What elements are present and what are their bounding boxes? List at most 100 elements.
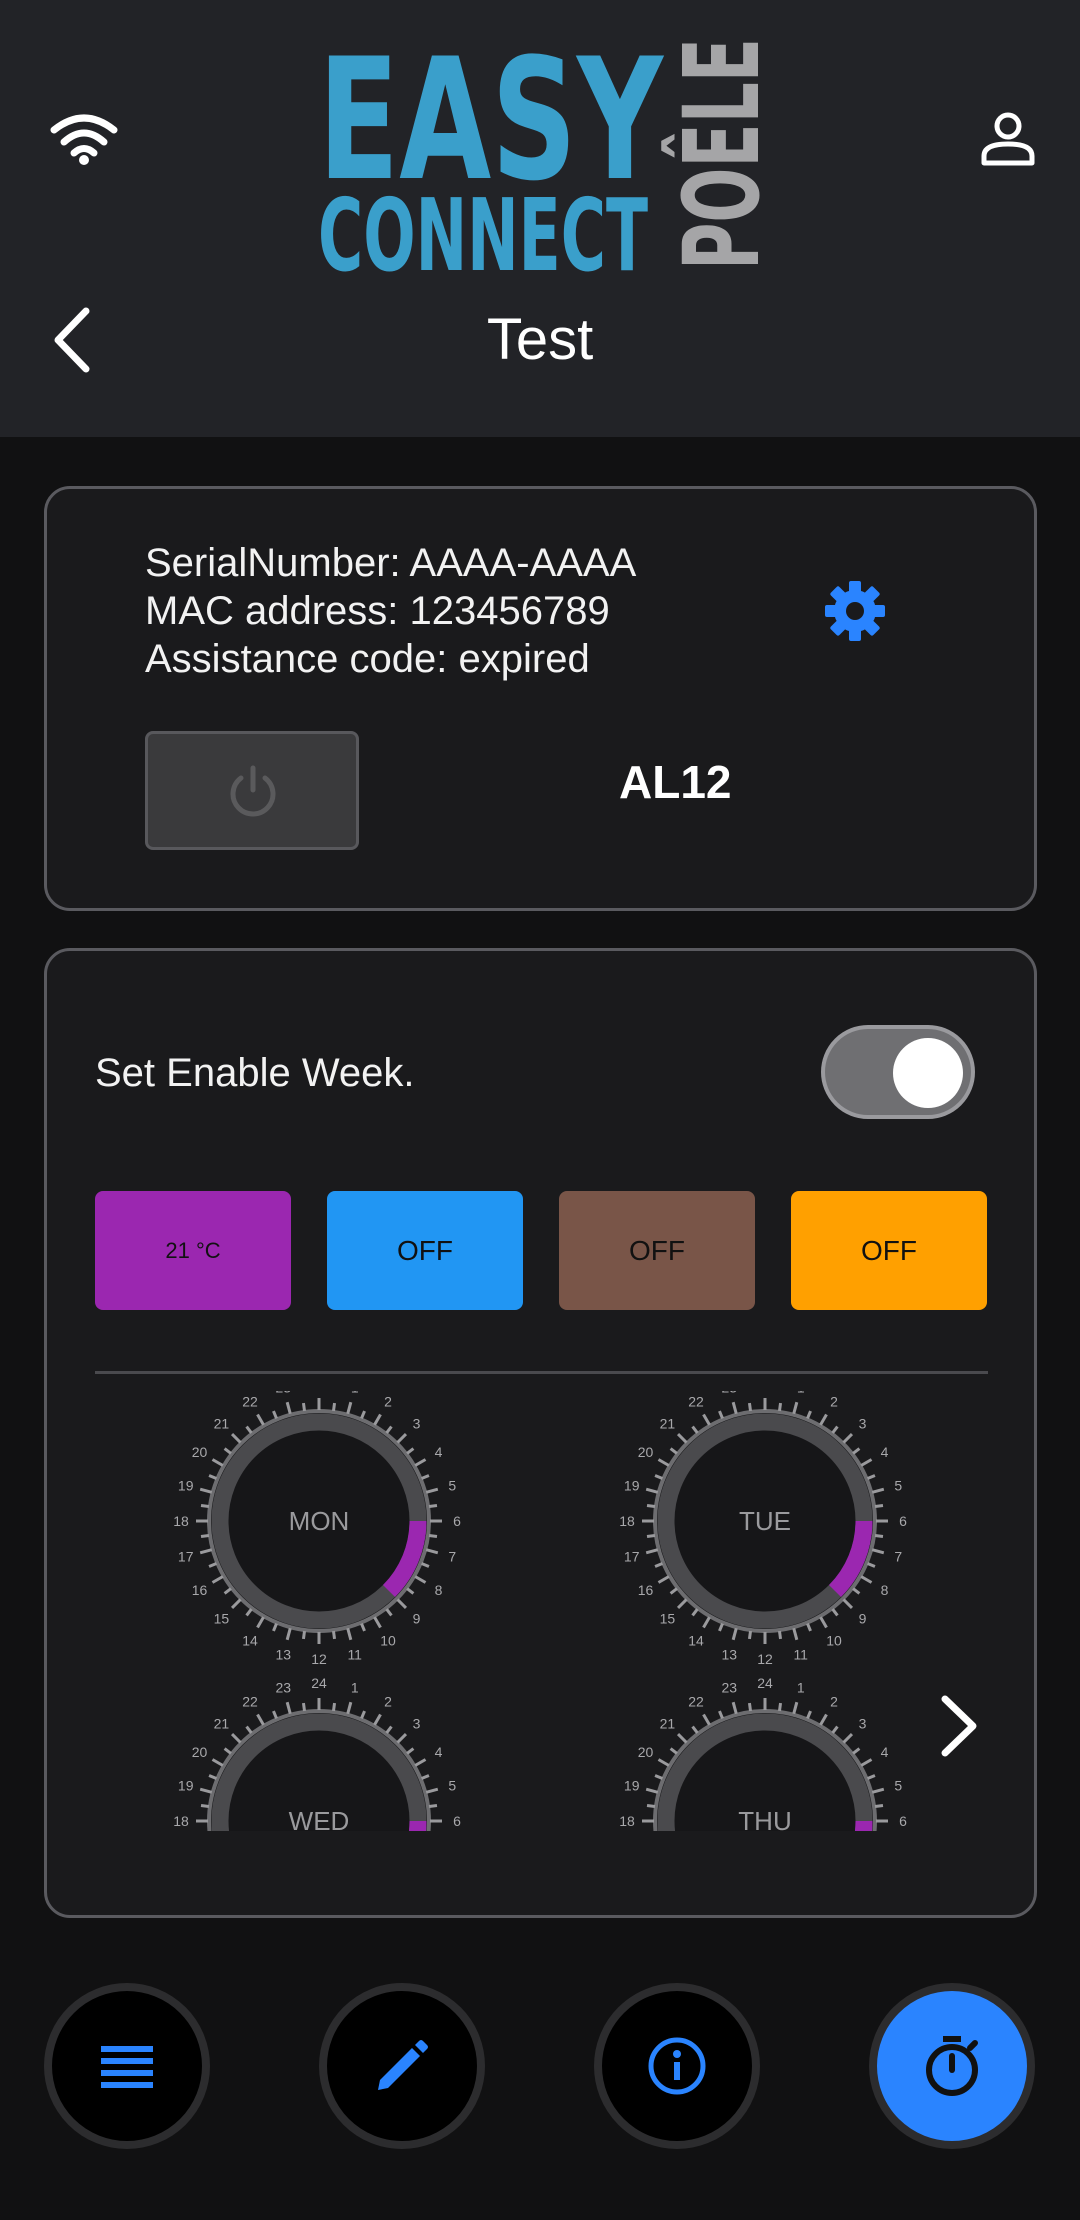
dial-tick <box>373 1616 382 1629</box>
day-dial-tue[interactable]: 241234567891011121314151617181920212223T… <box>619 1391 907 1667</box>
hour-label: 16 <box>638 1582 654 1598</box>
hour-label: 20 <box>638 1444 654 1460</box>
dial-tick <box>199 1487 213 1494</box>
hour-label: 6 <box>899 1513 907 1529</box>
hour-label: 7 <box>448 1549 456 1565</box>
dial-tick <box>806 1710 812 1720</box>
dial-tick <box>406 1587 415 1595</box>
chevron-right-icon[interactable] <box>933 1691 983 1761</box>
dial-tick <box>819 1413 828 1426</box>
chip-orange[interactable]: OFF <box>791 1191 987 1310</box>
dial-tick <box>200 1803 210 1808</box>
dial-tick <box>346 1627 353 1641</box>
hour-label: 17 <box>178 1549 194 1565</box>
hour-label: 5 <box>448 1777 456 1793</box>
hour-label: 3 <box>859 1415 867 1431</box>
hour-label: 20 <box>192 1744 208 1760</box>
dial-tick <box>778 1630 783 1640</box>
nav-info-button[interactable] <box>594 1983 760 2149</box>
hour-label: 1 <box>797 1680 805 1696</box>
divider <box>95 1371 988 1374</box>
nav-edit-button[interactable] <box>319 1983 485 2149</box>
dial-tick <box>778 1402 783 1412</box>
chip-blue[interactable]: OFF <box>327 1191 523 1310</box>
assistance-code: Assistance code: expired <box>145 637 590 681</box>
svg-text:POÊLE: POÊLE <box>661 38 764 270</box>
day-label: MON <box>289 1506 350 1536</box>
dial-tick <box>819 1713 828 1726</box>
hour-label: 23 <box>275 1680 291 1696</box>
power-button[interactable] <box>145 731 359 850</box>
day-dial-mon[interactable]: 241234567891011121314151617181920212223M… <box>173 1391 461 1667</box>
device-info-card: SerialNumber: AAAA-AAAA MAC address: 123… <box>44 486 1037 911</box>
hour-label: 6 <box>453 1813 461 1829</box>
hour-label: 5 <box>448 1477 456 1493</box>
app-header: EASY CONNECT POÊLE Test <box>0 0 1080 437</box>
dial-tick <box>208 1774 218 1780</box>
dial-tick <box>852 1587 861 1595</box>
dial-tick <box>272 1622 278 1632</box>
dial-tick <box>860 1758 873 1767</box>
dial-tick <box>702 1413 711 1426</box>
toggle-knob <box>893 1038 963 1108</box>
hour-label: 22 <box>688 1693 704 1709</box>
dial-tick <box>406 1747 415 1755</box>
dial-tick <box>874 1803 884 1808</box>
dial-tick <box>360 1410 366 1420</box>
hour-label: 21 <box>660 1715 676 1731</box>
dial-tick <box>718 1710 724 1720</box>
wifi-icon[interactable] <box>50 110 118 166</box>
day-label: WED <box>289 1806 350 1831</box>
info-icon <box>648 2037 706 2095</box>
dial-tick <box>860 1575 873 1584</box>
dial-tick <box>285 1627 292 1641</box>
dial-tick <box>406 1447 415 1455</box>
hour-label: 21 <box>214 1715 230 1731</box>
dial-tick <box>425 1487 439 1494</box>
dial-tick <box>676 1432 688 1444</box>
dial-tick <box>792 1627 799 1641</box>
menu-icon <box>101 2046 153 2088</box>
dial-tick <box>272 1410 278 1420</box>
status-code: AL12 <box>619 756 732 808</box>
hour-label: 13 <box>275 1646 291 1662</box>
dial-tick <box>245 1725 253 1734</box>
dial-tick <box>654 1562 664 1568</box>
dial-tick <box>428 1503 438 1508</box>
dial-tick <box>676 1598 688 1610</box>
dial-tick <box>676 1732 688 1744</box>
hour-label: 19 <box>624 1777 640 1793</box>
dial-tick <box>792 1701 799 1715</box>
dial-tick <box>301 1702 306 1712</box>
dial-tick <box>874 1534 884 1539</box>
chip-temperature[interactable]: 21 °C <box>95 1191 291 1310</box>
chip-brown[interactable]: OFF <box>559 1191 755 1310</box>
nav-timer-button[interactable] <box>869 1983 1035 2149</box>
nav-menu-button[interactable] <box>44 1983 210 2149</box>
dial-tick <box>657 1458 670 1467</box>
dial-tick <box>420 1562 430 1568</box>
dial-tick <box>425 1548 439 1555</box>
dial-tick <box>747 1402 752 1412</box>
hour-label: 8 <box>881 1582 889 1598</box>
dial-tick <box>396 1598 408 1610</box>
dial-tick <box>669 1447 678 1455</box>
dial-tick <box>199 1548 213 1555</box>
dial-tick <box>646 1534 656 1539</box>
dial-tick <box>871 1787 885 1794</box>
user-icon[interactable] <box>980 110 1036 166</box>
dial-tick <box>646 1503 656 1508</box>
hour-label: 19 <box>178 1477 194 1493</box>
hour-label: 21 <box>214 1415 230 1431</box>
hour-label: 16 <box>192 1582 208 1598</box>
enable-week-toggle[interactable] <box>821 1025 975 1119</box>
day-dial-thu[interactable]: 241234567891011121314151617181920212223T… <box>619 1675 907 1831</box>
dial-tick <box>301 1402 306 1412</box>
dial-tick <box>230 1598 242 1610</box>
dial-tick <box>230 1432 242 1444</box>
gear-icon[interactable] <box>823 579 887 643</box>
dial-tick <box>702 1713 711 1726</box>
dial-tick <box>731 1627 738 1641</box>
day-dial-wed[interactable]: 241234567891011121314151617181920212223W… <box>173 1675 461 1831</box>
dial-tick <box>256 1616 265 1629</box>
